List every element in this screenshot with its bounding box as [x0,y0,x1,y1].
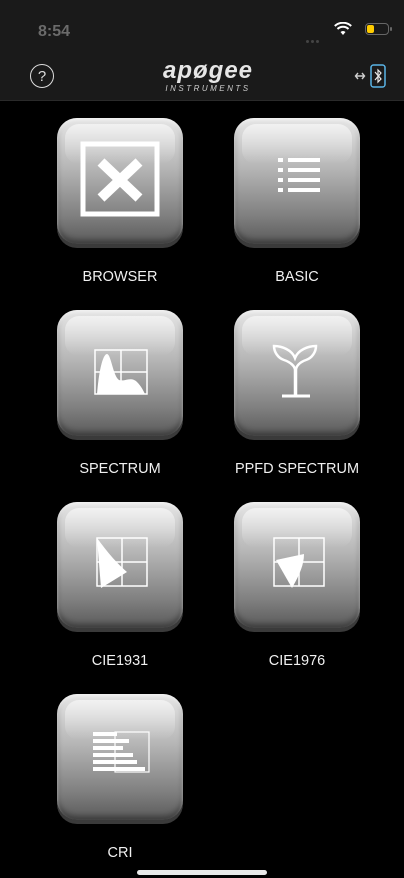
list-icon [278,158,320,192]
ppfd-spectrum-label: PPFD SPECTRUM [234,461,360,477]
spectrum-tile[interactable] [55,310,185,440]
cie1931-tile[interactable] [55,502,185,632]
signal-icon [306,30,324,61]
battery-icon [365,23,392,35]
cie1931-chart-icon [96,537,148,588]
nav-bar: ? apøgee INSTRUMENTS [0,50,404,101]
cie1976-chart-icon [273,537,325,588]
cie1976-tile[interactable] [232,502,362,632]
plant-sprout-icon [272,344,318,398]
cri-tile[interactable] [55,694,185,824]
home-indicator[interactable] [137,870,267,875]
wifi-icon [334,22,352,35]
cri-label: CRI [107,845,133,861]
browser-label: BROWSER [82,269,158,285]
browser-tile[interactable] [55,118,185,248]
spectrum-graph-icon [94,349,148,395]
basic-tile[interactable] [232,118,362,248]
status-bar: 8:54 [0,0,404,61]
status-time: 8:54 [38,23,71,40]
spectrum-label: SPECTRUM [79,461,161,477]
cri-bars-icon [93,731,150,773]
ppfd-spectrum-tile[interactable] [232,310,362,440]
cie1976-label: CIE1976 [268,653,326,669]
basic-label: BASIC [275,269,319,285]
cie1931-label: CIE1931 [91,653,149,669]
bluetooth-connect-icon[interactable] [354,62,390,90]
apogee-logo: apøgee INSTRUMENTS [162,57,254,94]
help-button[interactable]: ? [30,64,54,88]
excel-icon [80,141,160,217]
